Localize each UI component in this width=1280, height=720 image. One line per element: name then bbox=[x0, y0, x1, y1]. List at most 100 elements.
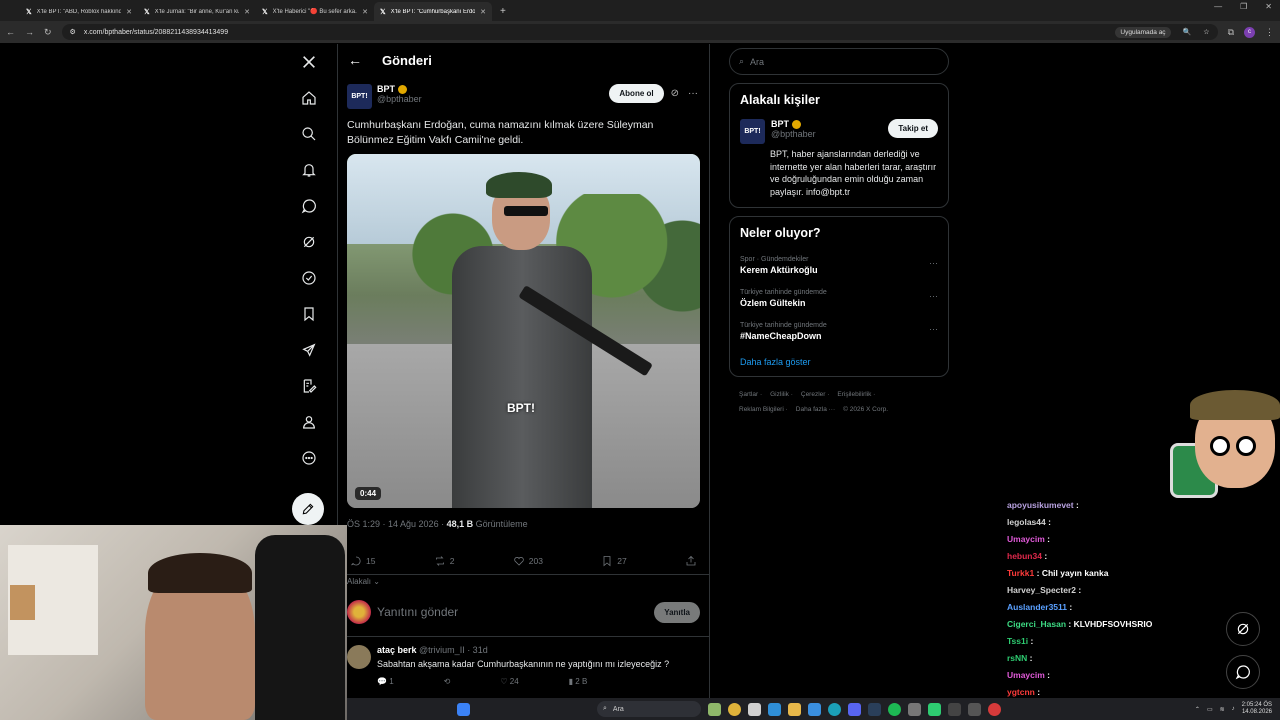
reply-input[interactable]: Yanıtını gönder bbox=[377, 605, 648, 619]
close-window-icon[interactable]: ✕ bbox=[1265, 2, 1272, 11]
trend-item[interactable]: Türkiye tarihinde gündemde #NameCheapDown… bbox=[740, 322, 938, 341]
post-time[interactable]: ÖS 1:29 · 14 Ağu 2026 · bbox=[347, 519, 447, 529]
browser-tab[interactable]: 𝕏 X'te Haberici "🔴 Bu sefer arka... ✕ bbox=[256, 2, 374, 21]
app-icon[interactable] bbox=[808, 702, 821, 716]
extensions-icon[interactable]: ⧉ bbox=[1228, 27, 1234, 38]
star-icon[interactable]: ☆ bbox=[1203, 28, 1209, 36]
taskbar-clock[interactable]: 2:05:24 ÖS 14.08.2026 bbox=[1242, 702, 1272, 716]
post-more-icon[interactable]: ··· bbox=[686, 84, 700, 103]
open-in-app-button[interactable]: Uygulamada aç bbox=[1115, 26, 1171, 38]
author-name[interactable]: BPT bbox=[377, 84, 395, 94]
grok-icon[interactable] bbox=[291, 224, 327, 260]
search-icon[interactable] bbox=[291, 116, 327, 152]
tray-chevron-icon[interactable]: ⌃ bbox=[1195, 706, 1200, 713]
post-video[interactable]: BPT! 0:44 bbox=[347, 154, 700, 508]
windows-start-icon[interactable] bbox=[457, 702, 470, 716]
trend-item[interactable]: Spor · Gündemdekiler Kerem Aktürkoğlu ··· bbox=[740, 256, 938, 275]
comment-like-button[interactable]: ♡ 24 bbox=[500, 677, 518, 686]
home-icon[interactable] bbox=[291, 80, 327, 116]
minimize-icon[interactable]: — bbox=[1214, 2, 1222, 11]
like-button[interactable]: 203 bbox=[513, 547, 543, 574]
edge-icon[interactable] bbox=[828, 702, 841, 716]
footer-link[interactable]: Daha fazla ··· bbox=[796, 406, 835, 413]
comment-repost-button[interactable]: ⟲ bbox=[444, 677, 451, 686]
spotify-icon[interactable] bbox=[888, 702, 901, 716]
share-button[interactable] bbox=[685, 547, 697, 574]
browser-tab[interactable]: 𝕏 X'te BPT: "ABD, Roblox hakkında... ✕ bbox=[20, 2, 138, 21]
network-icon[interactable]: ▭ bbox=[1207, 706, 1213, 713]
browser-tab-active[interactable]: 𝕏 X'te BPT: "Cumhurbaşkanı Erdo... ✕ bbox=[374, 2, 492, 21]
bookmark-icon[interactable] bbox=[291, 296, 327, 332]
app-icon[interactable] bbox=[748, 702, 761, 716]
x-logo[interactable] bbox=[291, 44, 327, 80]
verified-icon[interactable] bbox=[291, 260, 327, 296]
search-field[interactable]: ⌕ Ara bbox=[729, 48, 949, 75]
browser-tab[interactable]: 𝕏 X'te Jurnali: "Bir anne, Kur'an ku... ✕ bbox=[138, 2, 256, 21]
message-icon[interactable] bbox=[291, 188, 327, 224]
close-tab-icon[interactable]: ✕ bbox=[244, 8, 250, 16]
grok-float-button[interactable] bbox=[1226, 612, 1260, 646]
messages-float-button[interactable] bbox=[1226, 655, 1260, 689]
reply-submit-button[interactable]: Yanıtla bbox=[654, 601, 700, 623]
close-tab-icon[interactable]: ✕ bbox=[480, 8, 486, 16]
comment-reply-button[interactable]: 💬 1 bbox=[377, 677, 394, 686]
trend-more-icon[interactable]: ··· bbox=[929, 324, 938, 334]
footer-link[interactable]: Şartlar · bbox=[739, 391, 762, 398]
footer-link[interactable]: Reklam Bilgileri · bbox=[739, 406, 788, 413]
follow-button[interactable]: Takip et bbox=[888, 119, 938, 138]
steam-icon[interactable] bbox=[868, 702, 881, 716]
browser-menu-icon[interactable]: ⋮ bbox=[1265, 27, 1274, 38]
profile-icon[interactable] bbox=[291, 404, 327, 440]
trend-item[interactable]: Türkiye tarihinde gündemde Özlem Gültekin… bbox=[740, 289, 938, 308]
new-tab-button[interactable]: + bbox=[492, 2, 514, 21]
reply-button[interactable]: 15 bbox=[350, 547, 375, 574]
bell-icon[interactable] bbox=[291, 152, 327, 188]
bookmark-button[interactable]: 27 bbox=[601, 547, 627, 574]
wifi-icon[interactable]: ≋ bbox=[1220, 706, 1225, 713]
more-icon[interactable] bbox=[291, 440, 327, 476]
file-explorer-icon[interactable] bbox=[788, 702, 801, 716]
app-icon[interactable] bbox=[908, 702, 921, 716]
chrome-icon[interactable] bbox=[728, 702, 741, 716]
commenter-name[interactable]: ataç berk bbox=[377, 645, 417, 655]
trend-more-icon[interactable]: ··· bbox=[929, 291, 938, 301]
zoom-icon[interactable]: 🔍 bbox=[1183, 28, 1192, 36]
repost-button[interactable]: 2 bbox=[434, 547, 454, 574]
rocket-icon[interactable] bbox=[291, 332, 327, 368]
show-more-link[interactable]: Daha fazla göster bbox=[740, 357, 938, 367]
widgets-icon[interactable] bbox=[708, 702, 721, 716]
app-icon[interactable] bbox=[768, 702, 781, 716]
site-info-icon[interactable]: ⚙ bbox=[70, 28, 76, 36]
back-icon[interactable]: ← bbox=[6, 27, 15, 37]
discord-icon[interactable] bbox=[848, 702, 861, 716]
footer-link[interactable]: Çerezler · bbox=[801, 391, 830, 398]
comment-views-button[interactable]: ▮ 2 B bbox=[569, 677, 588, 686]
author-handle[interactable]: @bpthaber bbox=[377, 94, 422, 104]
app-icon[interactable] bbox=[988, 702, 1001, 716]
taskbar-search[interactable]: ⌕ Ara bbox=[597, 701, 701, 717]
volume-icon[interactable]: ♪ bbox=[1232, 706, 1235, 712]
close-tab-icon[interactable]: ✕ bbox=[126, 8, 132, 16]
related-person[interactable]: BPT! BPT @bpthaber Takip et bbox=[740, 119, 938, 144]
close-tab-icon[interactable]: ✕ bbox=[362, 8, 368, 16]
related-name[interactable]: BPT bbox=[771, 119, 789, 129]
maximize-icon[interactable]: ❐ bbox=[1240, 2, 1247, 11]
app-icon[interactable] bbox=[928, 702, 941, 716]
edit-doc-icon[interactable] bbox=[291, 368, 327, 404]
comment-item[interactable]: ataç berk @trivium_II · 31d Sabahtan akş… bbox=[338, 637, 709, 694]
related-avatar[interactable]: BPT! bbox=[740, 119, 765, 144]
relevance-dropdown[interactable]: Alakalı ⌄ bbox=[338, 575, 709, 588]
profile-avatar[interactable]: c bbox=[1244, 26, 1255, 38]
author-avatar[interactable]: BPT! bbox=[347, 84, 372, 109]
app-icon[interactable] bbox=[948, 702, 961, 716]
app-icon[interactable] bbox=[968, 702, 981, 716]
grok-post-icon[interactable]: ⊘ bbox=[669, 84, 681, 103]
commenter-avatar[interactable] bbox=[347, 645, 371, 669]
trend-more-icon[interactable]: ··· bbox=[929, 258, 938, 268]
back-arrow-icon[interactable]: ← bbox=[348, 52, 362, 68]
subscribe-button[interactable]: Abone ol bbox=[609, 84, 664, 103]
forward-icon[interactable]: → bbox=[25, 27, 34, 37]
compose-post-button[interactable] bbox=[292, 493, 324, 525]
footer-link[interactable]: Erişilebilirlik · bbox=[837, 391, 875, 398]
url-field[interactable]: ⚙ x.com/bpthaber/status/2088211438934413… bbox=[61, 24, 1218, 40]
